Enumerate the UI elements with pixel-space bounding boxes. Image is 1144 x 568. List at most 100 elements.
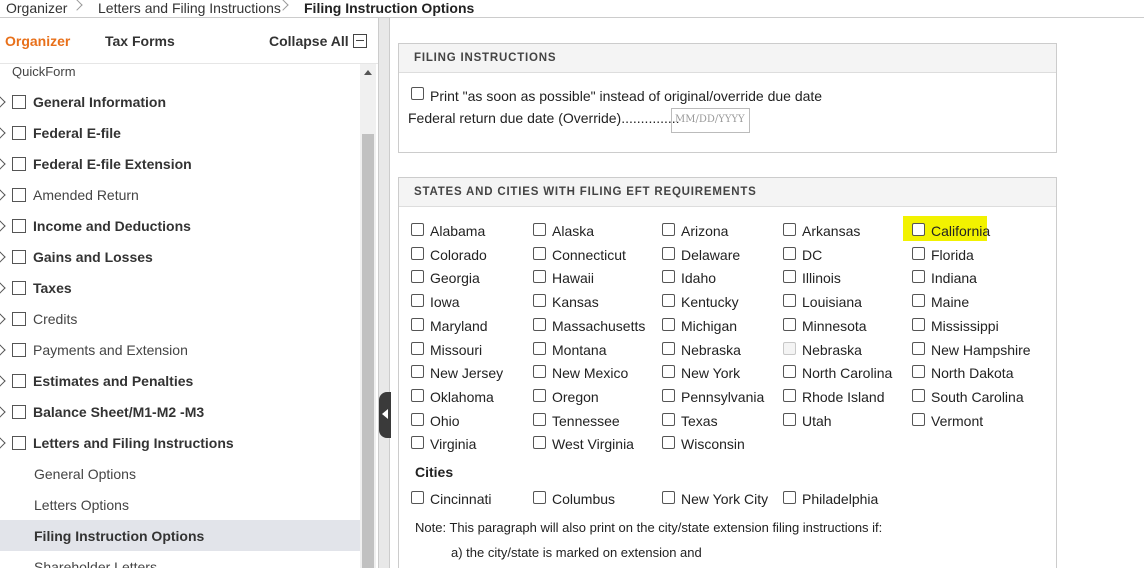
tree-item[interactable]: Credits <box>0 303 360 334</box>
state-checkbox[interactable] <box>411 247 424 260</box>
state-checkbox[interactable] <box>411 318 424 331</box>
tree-item[interactable]: Estimates and Penalties <box>0 365 360 396</box>
state-checkbox[interactable] <box>662 318 675 331</box>
state-checkbox[interactable] <box>662 365 675 378</box>
state-checkbox[interactable] <box>783 270 796 283</box>
tree-item[interactable]: Gains and Losses <box>0 241 360 272</box>
expand-chevron-icon[interactable] <box>0 374 6 387</box>
tree-checkbox[interactable] <box>12 311 26 326</box>
tree-item[interactable]: Balance Sheet/M1-M2 -M3 <box>0 396 360 427</box>
tree-checkbox[interactable] <box>12 404 26 419</box>
tab-organizer[interactable]: Organizer <box>5 33 70 49</box>
city-checkbox[interactable] <box>783 491 796 504</box>
city-checkbox[interactable] <box>533 491 546 504</box>
expand-chevron-icon[interactable] <box>0 250 6 263</box>
tree-item[interactable]: Income and Deductions <box>0 210 360 241</box>
state-checkbox[interactable] <box>662 389 675 402</box>
tree-item[interactable]: Taxes <box>0 272 360 303</box>
expand-chevron-icon[interactable] <box>0 188 6 201</box>
state-checkbox[interactable] <box>662 413 675 426</box>
state-checkbox[interactable] <box>912 342 925 355</box>
expand-chevron-icon[interactable] <box>0 436 6 449</box>
state-checkbox[interactable] <box>912 413 925 426</box>
state-checkbox[interactable] <box>912 223 925 236</box>
state-checkbox[interactable] <box>411 365 424 378</box>
panel-divider[interactable] <box>378 18 390 568</box>
tree-child-item[interactable]: Shareholder Letters <box>0 551 360 568</box>
sidebar-scrollbar[interactable] <box>360 64 376 568</box>
state-checkbox[interactable] <box>783 294 796 307</box>
state-checkbox[interactable] <box>533 270 546 283</box>
tree-checkbox[interactable] <box>12 94 26 109</box>
expand-chevron-icon[interactable] <box>0 405 6 418</box>
state-checkbox[interactable] <box>411 223 424 236</box>
tree-item-quickform[interactable]: QuickForm <box>12 64 76 79</box>
tree-item[interactable]: Federal E-file Extension <box>0 148 360 179</box>
state-checkbox[interactable] <box>533 247 546 260</box>
state-checkbox[interactable] <box>662 436 675 449</box>
state-checkbox[interactable] <box>411 294 424 307</box>
state-checkbox[interactable] <box>411 342 424 355</box>
expand-chevron-icon[interactable] <box>0 343 6 356</box>
scroll-up-icon[interactable] <box>364 70 372 75</box>
tree-checkbox[interactable] <box>12 156 26 171</box>
state-checkbox[interactable] <box>662 294 675 307</box>
state-checkbox[interactable] <box>533 318 546 331</box>
tree-checkbox[interactable] <box>12 342 26 357</box>
state-checkbox[interactable] <box>783 318 796 331</box>
expand-chevron-icon[interactable] <box>0 219 6 232</box>
state-checkbox[interactable] <box>912 365 925 378</box>
state-checkbox[interactable] <box>662 223 675 236</box>
tree-checkbox[interactable] <box>12 435 26 450</box>
tree-checkbox[interactable] <box>12 280 26 295</box>
state-checkbox[interactable] <box>912 294 925 307</box>
tree-child-item[interactable]: Filing Instruction Options <box>0 520 360 551</box>
state-checkbox[interactable] <box>533 436 546 449</box>
state-checkbox[interactable] <box>783 247 796 260</box>
tab-tax-forms[interactable]: Tax Forms <box>105 33 175 49</box>
state-checkbox[interactable] <box>912 270 925 283</box>
state-checkbox[interactable] <box>783 365 796 378</box>
expand-chevron-icon[interactable] <box>0 157 6 170</box>
tree-item[interactable]: Amended Return <box>0 179 360 210</box>
tree-checkbox[interactable] <box>12 218 26 233</box>
expand-chevron-icon[interactable] <box>0 312 6 325</box>
expand-chevron-icon[interactable] <box>0 95 6 108</box>
collapse-all-button[interactable]: Collapse All <box>269 33 367 49</box>
state-checkbox[interactable] <box>912 389 925 402</box>
state-checkbox[interactable] <box>411 436 424 449</box>
asap-checkbox[interactable] <box>411 87 424 100</box>
tree-item[interactable]: General Information <box>0 86 360 117</box>
tree-checkbox[interactable] <box>12 249 26 264</box>
state-checkbox[interactable] <box>533 342 546 355</box>
state-checkbox[interactable] <box>533 365 546 378</box>
expand-chevron-icon[interactable] <box>0 281 6 294</box>
state-checkbox[interactable] <box>533 389 546 402</box>
state-checkbox[interactable] <box>411 413 424 426</box>
scroll-thumb[interactable] <box>362 134 374 568</box>
state-checkbox[interactable] <box>533 223 546 236</box>
state-checkbox[interactable] <box>533 294 546 307</box>
state-checkbox[interactable] <box>783 223 796 236</box>
state-checkbox[interactable] <box>662 342 675 355</box>
city-checkbox[interactable] <box>411 491 424 504</box>
tree-item[interactable]: Federal E-file <box>0 117 360 148</box>
state-checkbox[interactable] <box>912 247 925 260</box>
tree-child-item[interactable]: General Options <box>0 458 360 489</box>
state-checkbox[interactable] <box>533 413 546 426</box>
state-checkbox[interactable] <box>411 270 424 283</box>
due-date-input[interactable]: MM/DD/YYYY <box>671 108 750 133</box>
breadcrumb-letters-filing[interactable]: Letters and Filing Instructions <box>98 0 281 16</box>
breadcrumb-organizer[interactable]: Organizer <box>6 0 67 16</box>
state-checkbox[interactable] <box>662 247 675 260</box>
state-checkbox[interactable] <box>662 270 675 283</box>
state-checkbox[interactable] <box>783 413 796 426</box>
state-checkbox[interactable] <box>783 389 796 402</box>
tree-item[interactable]: Letters and Filing Instructions <box>0 427 360 458</box>
tree-checkbox[interactable] <box>12 187 26 202</box>
tree-checkbox[interactable] <box>12 373 26 388</box>
tree-item[interactable]: Payments and Extension <box>0 334 360 365</box>
tree-child-item[interactable]: Letters Options <box>0 489 360 520</box>
state-checkbox[interactable] <box>411 389 424 402</box>
expand-chevron-icon[interactable] <box>0 126 6 139</box>
